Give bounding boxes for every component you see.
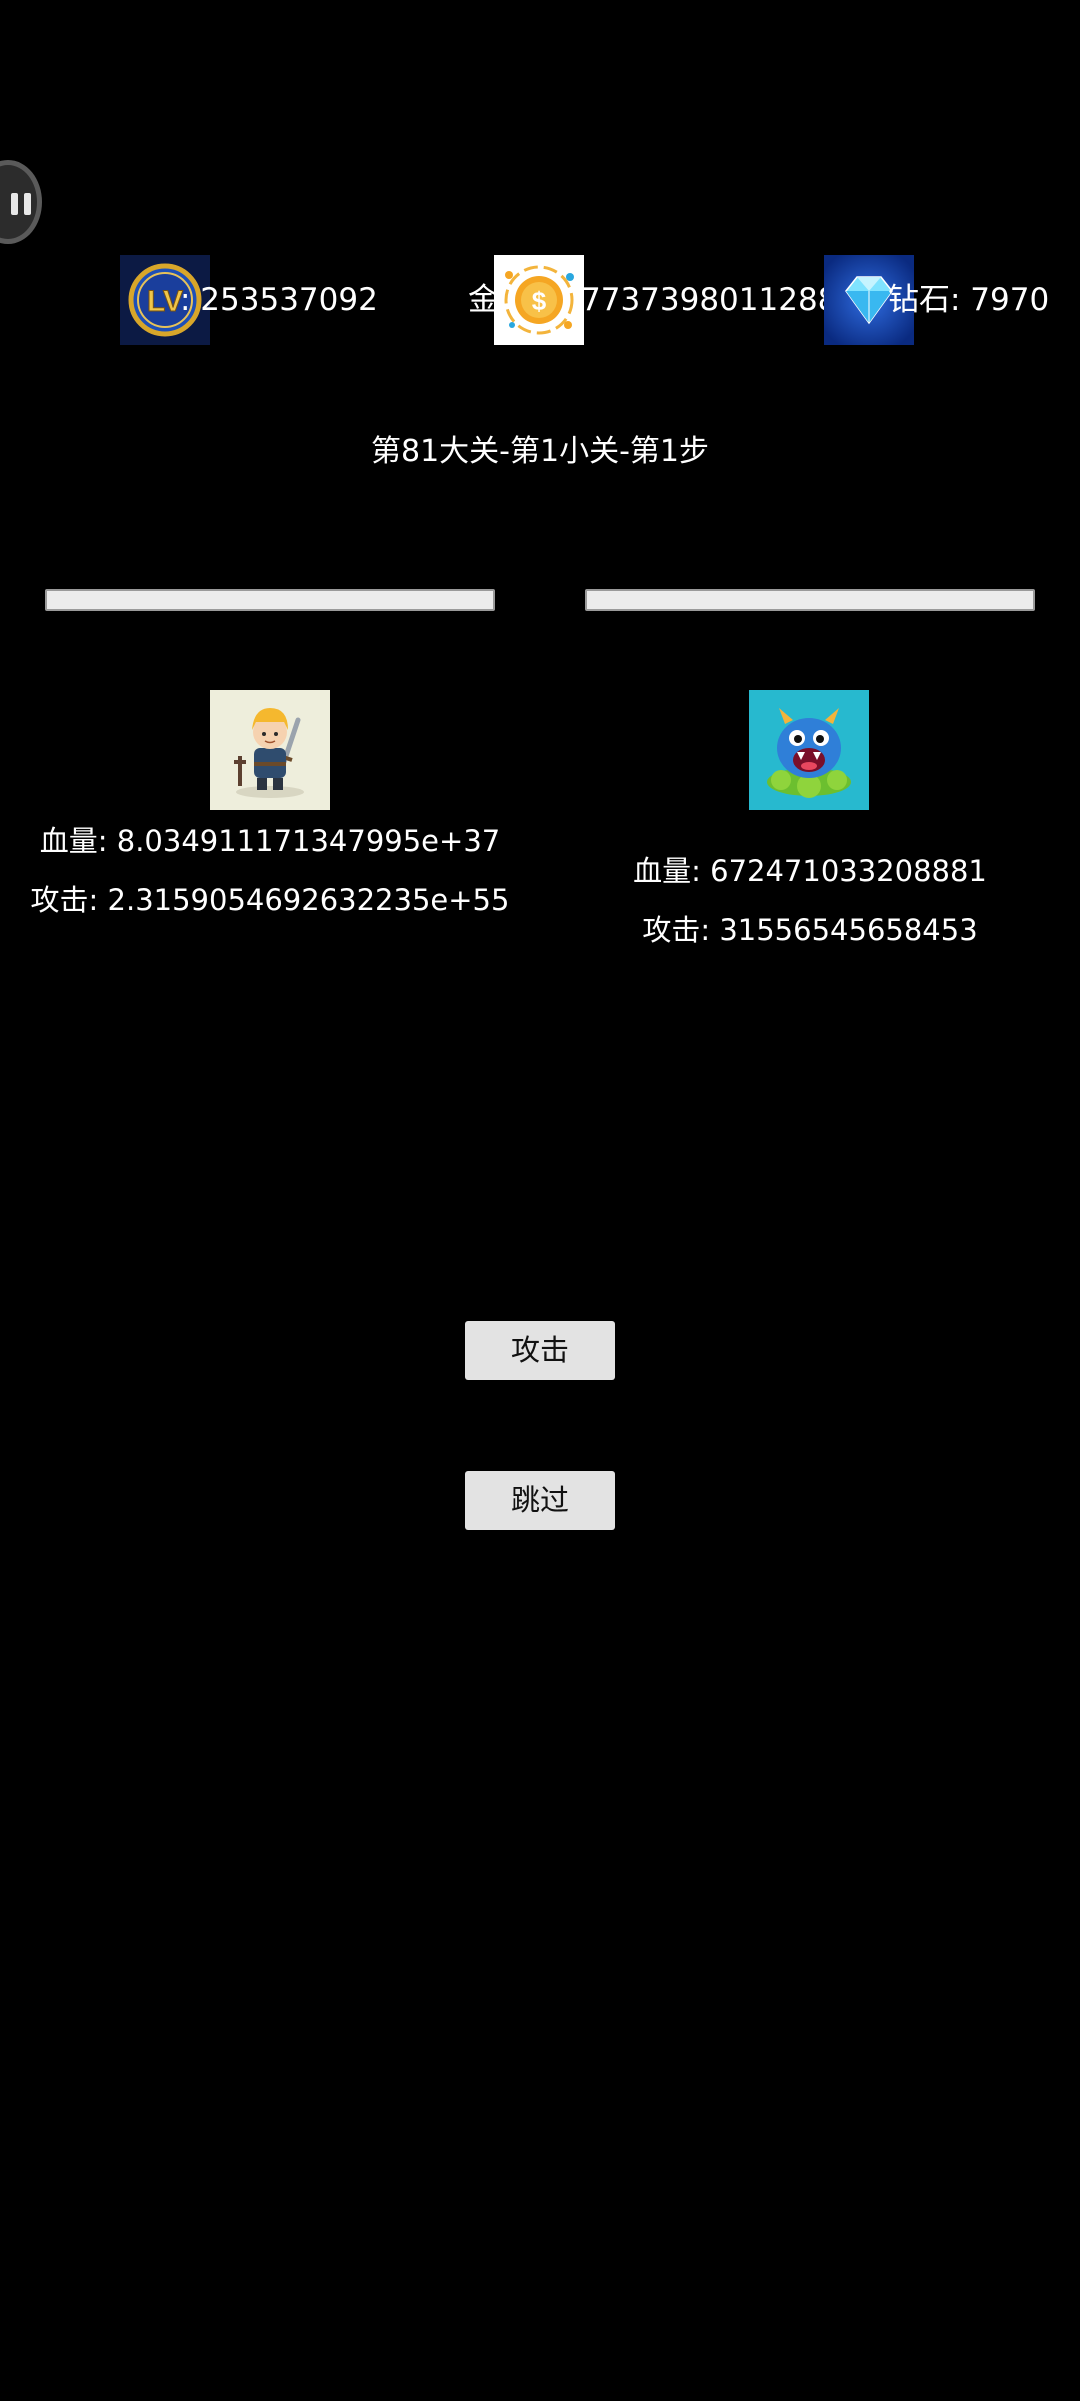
pause-icon: [11, 193, 33, 215]
enemy-attack-text: 攻击: 31556545658453: [642, 913, 978, 947]
player-avatar: [210, 690, 330, 810]
gold-coin-icon: $: [494, 255, 584, 345]
enemy-hp-bar: [585, 589, 1035, 611]
enemy-hp-text: 血量: 672471033208881: [633, 854, 987, 888]
svg-text:$: $: [532, 286, 547, 316]
attack-button[interactable]: 攻击: [465, 1321, 615, 1380]
stage-title: 第81大关-第1小关-第1步: [371, 434, 709, 469]
diamond-value: 钻石: 7970: [888, 282, 1050, 318]
svg-text:LV: LV: [147, 285, 183, 318]
floating-pause-button[interactable]: [0, 160, 42, 244]
player-attack-text: 攻击: 2.3159054692632235e+55: [30, 883, 510, 917]
gold-value: 7737398011288: [581, 282, 838, 318]
level-value: : 253537092: [180, 282, 378, 318]
enemy-avatar: [749, 690, 869, 810]
enemy-hp-fill: [587, 591, 1033, 609]
player-hp-bar: [45, 589, 495, 611]
player-hp-text: 血量: 8.034911171347995e+37: [39, 824, 501, 858]
player-hp-fill: [47, 591, 493, 609]
skip-button[interactable]: 跳过: [465, 1471, 615, 1530]
